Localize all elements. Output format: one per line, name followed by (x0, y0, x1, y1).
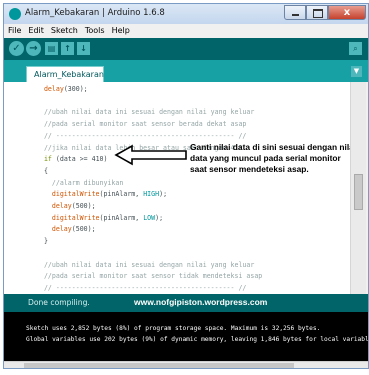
menu-file[interactable]: File (4, 24, 24, 35)
maximize-button[interactable] (306, 5, 328, 20)
arrow-icon (114, 144, 187, 166)
code-editor[interactable]: delay(300); //ubah nilai data ini sesuai… (4, 82, 350, 294)
open-sketch-icon[interactable]: ↑ (61, 42, 74, 55)
menu-edit[interactable]: Edit (24, 24, 47, 35)
console-line: Sketch uses 2,852 bytes (8%) of program … (26, 325, 321, 332)
tab-strip: Alarm_Kebakaran ▼ (4, 60, 368, 82)
arduino-app-icon (9, 8, 21, 20)
scrollbar-thumb[interactable] (354, 174, 363, 210)
tab-menu-icon[interactable]: ▼ (351, 66, 362, 77)
verify-icon[interactable]: ✓ (9, 41, 24, 56)
upload-icon[interactable]: → (26, 41, 41, 56)
close-button[interactable]: x (328, 5, 366, 20)
arduino-ide-window: Alarm_Kebakaran | Arduino 1.6.8 x File Ed… (3, 3, 369, 369)
menu-tools[interactable]: Tools (81, 24, 108, 35)
status-text: Done compiling. (28, 298, 90, 307)
minimize-button[interactable] (284, 5, 306, 20)
tab-alarm-kebakaran[interactable]: Alarm_Kebakaran (26, 66, 104, 82)
editor-vertical-scrollbar[interactable] (350, 82, 366, 294)
watermark-text: www.nofgipiston.wordpress.com (134, 297, 268, 307)
serial-monitor-icon[interactable]: ⌕ (349, 42, 362, 55)
scrollbar-thumb[interactable] (24, 363, 294, 368)
window-title: Alarm_Kebakaran | Arduino 1.6.8 (25, 8, 165, 18)
status-bar: Done compiling. www.nofgipiston.wordpres… (4, 294, 368, 312)
menu-sketch[interactable]: Sketch (47, 24, 81, 35)
menu-help[interactable]: Help (108, 24, 133, 35)
console-horizontal-scrollbar[interactable] (4, 361, 368, 368)
close-icon: x (343, 7, 351, 18)
toolbar: ✓ → ▤ ↑ ↓ ⌕ (4, 38, 368, 60)
menu-bar: File Edit Sketch Tools Help (4, 24, 368, 38)
new-sketch-icon[interactable]: ▤ (45, 42, 58, 55)
save-sketch-icon[interactable]: ↓ (77, 42, 90, 55)
title-bar: Alarm_Kebakaran | Arduino 1.6.8 x (4, 4, 368, 24)
console-line: Global variables use 202 bytes (9%) of d… (26, 336, 368, 343)
annotation-arrow (114, 144, 187, 166)
